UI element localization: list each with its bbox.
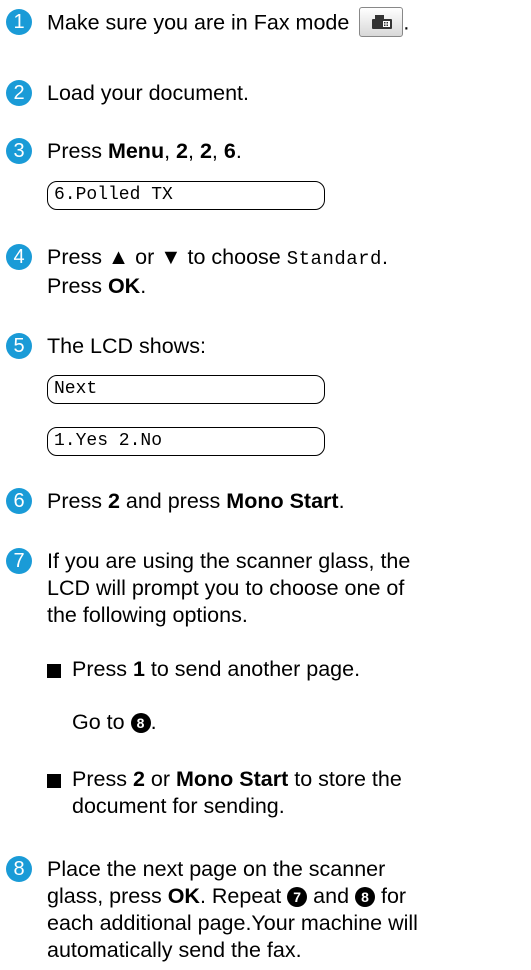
step-text: Press Menu, 2, 2, 6. [47, 139, 242, 163]
step-text: Place the next page on the scanner glass… [47, 857, 418, 962]
step-number: 3 [6, 138, 32, 164]
step-text: Press 2 and press Mono Start. [47, 489, 345, 513]
bullet-option-2: Press 2 or Mono Start to store the docum… [72, 767, 402, 818]
step-number: 2 [6, 80, 32, 106]
step-number: 6 [6, 488, 32, 514]
goto-instruction: Go to 8. [72, 710, 157, 734]
bullet-marker [47, 664, 61, 678]
bullet-option-1: Press 1 to send another page. [72, 657, 361, 681]
fax-mode-button [359, 7, 404, 37]
step-number: 5 [6, 333, 32, 359]
step-text: If you are using the scanner glass, the … [47, 549, 411, 627]
lcd-display-next: Next [47, 375, 325, 404]
instruction-page: 1 Make sure you are in Fax mode . 2 Load… [0, 0, 531, 970]
lcd-display-yes-no: 1.Yes 2.No [47, 427, 325, 456]
step-text: Press ▲ or ▼ to choose Standard. Press O… [47, 245, 388, 298]
step-number: 8 [6, 856, 32, 882]
step-number: 1 [6, 9, 32, 35]
step-reference-8: 8 [355, 887, 376, 907]
lcd-display-polled: 6.Polled TX [47, 181, 325, 210]
step-number: 4 [6, 244, 32, 270]
step-text: The LCD shows: [47, 334, 206, 358]
step-number: 7 [6, 548, 32, 574]
step-reference-7: 7 [287, 887, 308, 907]
bullet-marker [47, 774, 61, 788]
fax-icon [372, 15, 393, 29]
step-text: Load your document. [47, 81, 249, 105]
step-reference-8: 8 [130, 713, 151, 733]
step-text: Make sure you are in Fax mode . [47, 7, 527, 39]
